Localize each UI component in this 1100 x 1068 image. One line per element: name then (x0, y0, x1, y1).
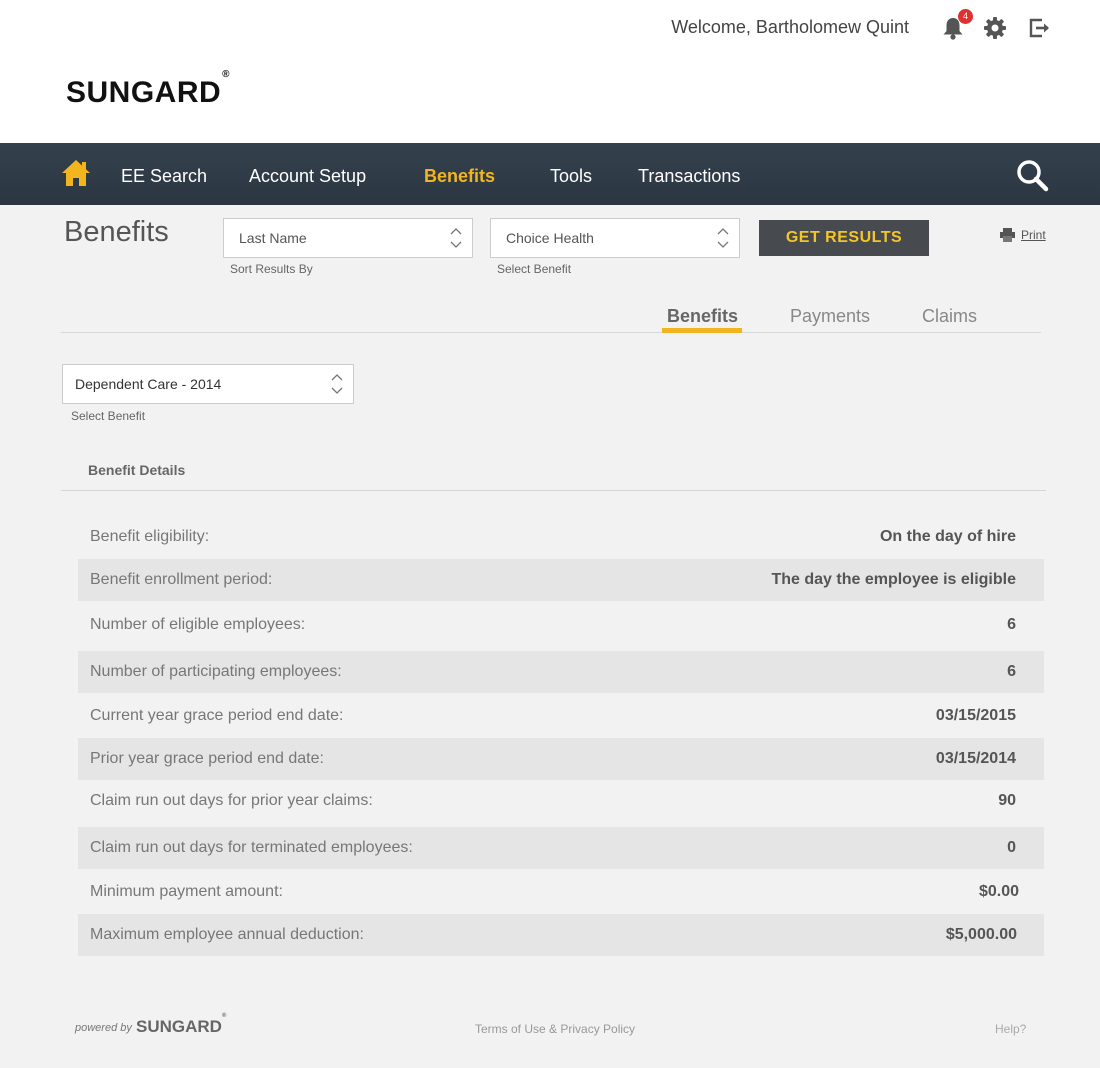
detail-row: Maximum employee annual deduction: $5,00… (78, 914, 1044, 956)
detail-row: Claim run out days for terminated employ… (78, 827, 1044, 869)
detail-value: $0.00 (978, 883, 1019, 900)
detail-value: The day the employee is eligible (771, 571, 1016, 588)
detail-row: Claim run out days for prior year claims… (78, 780, 1044, 822)
terms-privacy-link[interactable]: Terms of Use & Privacy Policy (475, 1022, 635, 1036)
powered-by-text: powered by (75, 1022, 132, 1034)
tab-claims[interactable]: Claims (922, 306, 977, 327)
dependent-care-label: Select Benefit (71, 409, 146, 423)
tabs-divider (61, 332, 1041, 333)
print-icon[interactable] (1000, 228, 1015, 242)
chevron-updown-icon (331, 374, 343, 394)
detail-row: Prior year grace period end date: 03/15/… (78, 738, 1044, 780)
chevron-updown-icon (450, 228, 462, 248)
sort-results-value: Last Name (239, 230, 307, 246)
search-icon[interactable] (1015, 158, 1049, 192)
detail-label: Number of eligible employees: (90, 616, 306, 633)
detail-value: 90 (998, 792, 1016, 809)
benefit-select[interactable]: Choice Health (490, 218, 740, 258)
nav-transactions[interactable]: Transactions (638, 166, 740, 187)
detail-value: 6 (1007, 616, 1016, 633)
detail-label: Minimum payment amount: (90, 883, 283, 900)
detail-label: Current year grace period end date: (90, 707, 344, 724)
get-results-button[interactable]: GET RESULTS (759, 220, 929, 256)
detail-label: Benefit eligibility: (90, 528, 210, 545)
detail-row: Benefit eligibility: On the day of hire (78, 516, 1044, 558)
detail-row: Number of participating employees: 6 (78, 651, 1044, 693)
page-title: Benefits (64, 216, 169, 248)
nav-account-setup[interactable]: Account Setup (249, 166, 366, 187)
detail-value: On the day of hire (879, 528, 1016, 545)
main-nav: EE Search Account Setup Benefits Tools T… (0, 143, 1100, 205)
detail-row: Benefit enrollment period: The day the e… (78, 559, 1044, 601)
nav-ee-search[interactable]: EE Search (121, 166, 207, 187)
detail-row: Number of eligible employees: 6 (78, 604, 1044, 646)
footer-logo: SUNGARD® (136, 1013, 227, 1036)
detail-row: Minimum payment amount: $0.00 (78, 871, 1044, 913)
tab-benefits[interactable]: Benefits (667, 306, 738, 327)
tab-payments[interactable]: Payments (790, 306, 870, 327)
detail-value: 03/15/2015 (935, 707, 1016, 724)
sungard-logo: SUNGARD® (66, 69, 231, 109)
chevron-updown-icon (717, 228, 729, 248)
detail-value: 6 (1007, 663, 1016, 680)
top-header: Welcome, Bartholomew Quint 4 SUNGARD® (0, 0, 1100, 143)
sort-results-select[interactable]: Last Name (223, 218, 473, 258)
notification-badge: 4 (958, 9, 973, 24)
section-title: Benefit Details (88, 462, 186, 478)
detail-value: 03/15/2014 (935, 750, 1016, 767)
detail-label: Number of participating employees: (90, 663, 342, 680)
nav-tools[interactable]: Tools (550, 166, 592, 187)
benefit-select-label: Select Benefit (497, 262, 572, 276)
welcome-text: Welcome, Bartholomew Quint (671, 17, 909, 37)
detail-label: Benefit enrollment period: (90, 571, 273, 588)
detail-label: Claim run out days for prior year claims… (90, 792, 373, 809)
benefit-select-value: Choice Health (506, 230, 594, 246)
detail-row: Current year grace period end date: 03/1… (78, 695, 1044, 737)
help-link[interactable]: Help? (995, 1022, 1026, 1036)
active-tab-indicator (662, 328, 742, 333)
detail-label: Prior year grace period end date: (90, 750, 324, 767)
detail-value: 0 (1007, 839, 1016, 856)
nav-benefits[interactable]: Benefits (424, 166, 495, 187)
sort-results-label: Sort Results By (230, 262, 313, 276)
detail-label: Maximum employee annual deduction: (90, 926, 364, 943)
logout-icon[interactable] (1026, 15, 1052, 41)
detail-label: Claim run out days for terminated employ… (90, 839, 413, 856)
section-divider (61, 490, 1046, 491)
print-link[interactable]: Print (1021, 228, 1046, 242)
dependent-care-value: Dependent Care - 2014 (75, 376, 222, 392)
detail-value: $5,000.00 (945, 926, 1017, 943)
dependent-care-select[interactable]: Dependent Care - 2014 (62, 364, 354, 404)
gear-icon[interactable] (982, 15, 1008, 41)
home-icon[interactable] (61, 158, 91, 188)
